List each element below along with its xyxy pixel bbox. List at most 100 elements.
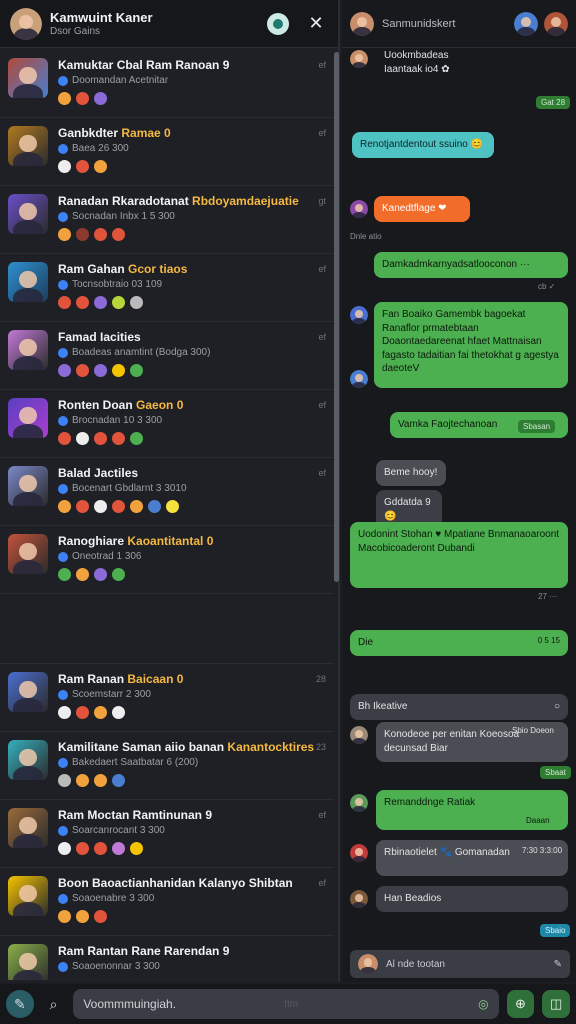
contact-row[interactable]: Kamuktar Cbal Ram Ranoan 9 Doomandan Ace…: [0, 50, 334, 118]
reaction-icon[interactable]: [112, 228, 125, 241]
inline-input[interactable]: Bh Ikeative ○: [350, 694, 568, 720]
conversation-avatar[interactable]: [350, 11, 374, 36]
reaction-icon[interactable]: [58, 910, 71, 923]
contact-row[interactable]: Boon Baoactianhanidan Kalanyo Shibtan So…: [0, 868, 334, 936]
reaction-icon[interactable]: [58, 842, 71, 855]
reaction-icon[interactable]: [58, 228, 71, 241]
reaction-icon[interactable]: [76, 774, 89, 787]
reaction-icon[interactable]: [94, 774, 107, 787]
reaction-icons: [58, 228, 326, 241]
contact-row[interactable]: Ranoghiare Kaoantitantal 0 Oneotrad 1 30…: [0, 526, 334, 594]
status-dot-icon: [58, 143, 68, 154]
send-button[interactable]: ⊕: [506, 990, 535, 1018]
reaction-icon[interactable]: [112, 774, 125, 787]
circle-icon[interactable]: ○: [554, 700, 560, 714]
reaction-icon[interactable]: [76, 160, 89, 173]
message-bubble[interactable]: Damkadmkarnyadsatlooconon ···: [374, 252, 568, 278]
scrollbar[interactable]: [334, 52, 339, 582]
reaction-icon[interactable]: [76, 842, 89, 855]
reaction-icon[interactable]: [130, 500, 143, 513]
compose-input[interactable]: Voommmuingiah. ftm ◎: [73, 989, 499, 1019]
reaction-icon[interactable]: [76, 432, 89, 445]
participant-avatar[interactable]: [514, 11, 538, 36]
contact-row[interactable]: Balad Jactiles Bocenart Gbdlarnt 3 3010 …: [0, 458, 334, 526]
reaction-icon[interactable]: [58, 432, 71, 445]
reaction-icon[interactable]: [130, 432, 143, 445]
contact-row[interactable]: Ranadan Rkaradotanat Rbdoyamdaejuatie So…: [0, 186, 334, 254]
reaction-icon[interactable]: [58, 774, 71, 787]
message-bubble[interactable]: Han Beadios: [376, 886, 568, 912]
reaction-icon[interactable]: [76, 568, 89, 581]
camera-button[interactable]: ◫: [542, 990, 570, 1018]
close-icon[interactable]: ✕: [304, 12, 328, 36]
message-bubble[interactable]: Fan Boaiko Gamembk bagoekat Ranaflor prm…: [374, 302, 568, 388]
status-dot-icon: [58, 757, 68, 768]
app-window: Kamwuint Kaner Dsor Gains ✕ Kamuktar Cba…: [0, 0, 576, 1024]
reaction-icon[interactable]: [76, 296, 89, 309]
reaction-icon[interactable]: [94, 568, 107, 581]
reaction-icon[interactable]: [58, 364, 71, 377]
reaction-icons: [58, 500, 326, 513]
message-bubble[interactable]: Renotjantdentout ssuino 😊: [352, 132, 494, 158]
contact-name: Boon Baoactianhanidan Kalanyo Shibtan: [58, 876, 293, 890]
reaction-icon[interactable]: [58, 568, 71, 581]
contact-row[interactable]: Ram Rantan Rane Rarendan 9 Soaoenonnar 3…: [0, 936, 334, 980]
status-icon[interactable]: [266, 12, 290, 36]
reaction-icon[interactable]: [76, 364, 89, 377]
reaction-icon[interactable]: [76, 228, 89, 241]
reaction-icon[interactable]: [76, 706, 89, 719]
reaction-icon[interactable]: [94, 910, 107, 923]
edit-icon[interactable]: ✎: [554, 959, 562, 970]
reaction-icon[interactable]: [94, 160, 107, 173]
reaction-icon[interactable]: [94, 500, 107, 513]
reaction-icon[interactable]: [112, 500, 125, 513]
emoji-icon[interactable]: ◎: [478, 997, 488, 1011]
reaction-icon[interactable]: [94, 296, 107, 309]
reaction-icon[interactable]: [112, 842, 125, 855]
reaction-icon[interactable]: [112, 706, 125, 719]
contact-row[interactable]: Ronten Doan Gaeon 0 Brocnadan 10 3 300 e…: [0, 390, 334, 458]
reaction-icon[interactable]: [130, 296, 143, 309]
reaction-icon[interactable]: [166, 500, 179, 513]
reaction-icon[interactable]: [94, 228, 107, 241]
reaction-icon[interactable]: [112, 432, 125, 445]
search-icon[interactable]: ⌕: [40, 990, 68, 1018]
reaction-icon[interactable]: [58, 92, 71, 105]
sender-avatar: [350, 844, 368, 862]
message-bubble[interactable]: Die 0 5 15: [350, 630, 568, 656]
contact-row[interactable]: Ganbkdter Ramae 0 Baea 26 300 ef: [0, 118, 334, 186]
reaction-icon[interactable]: [112, 364, 125, 377]
contact-row[interactable]: Kamilitane Saman aiio banan Kanantocktir…: [0, 732, 334, 800]
reaction-icon[interactable]: [94, 706, 107, 719]
reaction-icon[interactable]: [76, 92, 89, 105]
reaction-icon[interactable]: [76, 500, 89, 513]
reaction-icon[interactable]: [58, 296, 71, 309]
reaction-icon[interactable]: [130, 842, 143, 855]
reaction-icon[interactable]: [76, 910, 89, 923]
reaction-icon[interactable]: [94, 92, 107, 105]
message-bubble[interactable]: Uodonint Stohan ♥ Mpatiane Bnmanaoaroont…: [350, 522, 568, 588]
attach-icon[interactable]: ✎: [6, 990, 34, 1018]
contact-row[interactable]: Famad Iacities Boadeas anamtint (Bodga 3…: [0, 322, 334, 390]
reaction-icon[interactable]: [148, 500, 161, 513]
contact-name: Ranadan Rkaradotanat Rbdoyamdaejuatie: [58, 194, 299, 208]
reaction-icon[interactable]: [94, 364, 107, 377]
message-bubble[interactable]: Kanedtflage ❤: [374, 196, 470, 222]
reaction-icon[interactable]: [58, 500, 71, 513]
reaction-icon[interactable]: [112, 568, 125, 581]
contact-highlight: Ramae 0: [121, 126, 171, 140]
message-bubble[interactable]: Beme hooy!: [376, 460, 446, 486]
reaction-icon[interactable]: [58, 706, 71, 719]
contact-row[interactable]: Ram Ranan Baicaan 0 Scoemstarr 2 300 28: [0, 664, 334, 732]
reaction-icon[interactable]: [94, 432, 107, 445]
reaction-icon[interactable]: [94, 842, 107, 855]
contact-row[interactable]: Ram Moctan Ramtinunan 9 Soarcanrocant 3 …: [0, 800, 334, 868]
participant-avatar[interactable]: [544, 11, 568, 36]
profile-avatar[interactable]: [10, 7, 42, 40]
status-dot-icon: [58, 825, 68, 836]
reaction-icon[interactable]: [58, 160, 71, 173]
reply-input[interactable]: Al nde tootan ✎: [350, 950, 570, 978]
reaction-icon[interactable]: [112, 296, 125, 309]
contact-row[interactable]: Ram Gahan Gcor tiaos Tocnsobtraio 03 109…: [0, 254, 334, 322]
reaction-icon[interactable]: [130, 364, 143, 377]
